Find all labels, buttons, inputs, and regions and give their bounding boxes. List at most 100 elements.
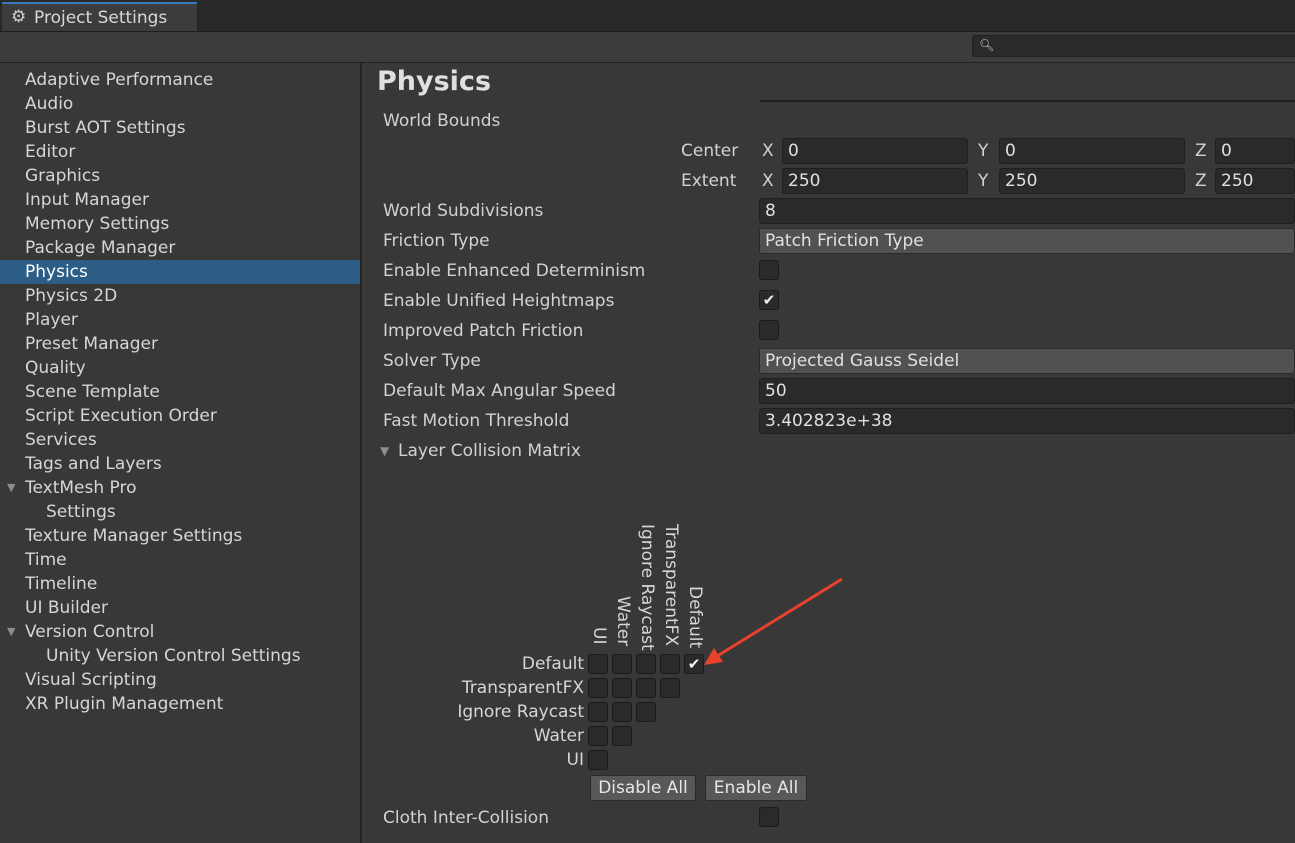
enable-all-button[interactable]: Enable All xyxy=(705,775,807,801)
sidebar-item-textmesh-pro[interactable]: ▼ TextMesh Pro xyxy=(0,476,360,500)
annotation-arrow-shaft xyxy=(713,577,843,660)
sidebar-item-label: Settings xyxy=(46,502,116,522)
improved-patch-friction-checkbox[interactable] xyxy=(759,320,779,340)
foldout-expanded-icon[interactable]: ▼ xyxy=(7,620,15,644)
matrix-row-label-default: Default xyxy=(521,654,584,674)
sidebar-item-label: Version Control xyxy=(25,622,155,642)
sidebar-item-label: TextMesh Pro xyxy=(25,478,137,498)
max-angular-speed-label: Default Max Angular Speed xyxy=(383,381,616,401)
world-subdivisions-label: World Subdivisions xyxy=(383,201,544,221)
sidebar-item-label: Script Execution Order xyxy=(25,406,217,426)
layer-collision-matrix-foldout[interactable]: Layer Collision Matrix xyxy=(398,440,581,462)
matrix-cell-transparentfx-water[interactable] xyxy=(612,678,632,698)
sidebar-item-script-execution-order[interactable]: Script Execution Order xyxy=(0,404,360,428)
cloth-inter-collision-label: Cloth Inter-Collision xyxy=(383,808,549,828)
sidebar-item-physics-2d[interactable]: Physics 2D xyxy=(0,284,360,308)
cloth-inter-collision-checkbox[interactable] xyxy=(759,807,779,827)
matrix-cell-transparentfx-ui[interactable] xyxy=(588,678,608,698)
extent-x-axis-label: X xyxy=(762,171,774,191)
sidebar-item-physics[interactable]: Physics xyxy=(0,260,360,284)
matrix-cell-transparentfx-transparentfx[interactable] xyxy=(660,678,680,698)
sidebar-item-label: XR Plugin Management xyxy=(25,694,224,714)
sidebar-item-package-manager[interactable]: Package Manager xyxy=(0,236,360,260)
extent-z-field[interactable]: 250 xyxy=(1215,168,1295,194)
sidebar-item-xr-plugin-management[interactable]: XR Plugin Management xyxy=(0,692,360,716)
project-settings-tab[interactable]: ⚙ Project Settings xyxy=(2,2,197,31)
annotation-arrow-head xyxy=(704,648,723,665)
extent-label: Extent xyxy=(681,171,737,191)
center-z-field[interactable]: 0 xyxy=(1215,138,1295,164)
fast-motion-threshold-field[interactable]: 3.402823e+38 xyxy=(759,408,1295,434)
matrix-cell-water-water[interactable] xyxy=(612,726,632,746)
center-x-axis-label: X xyxy=(762,141,774,161)
sidebar-item-services[interactable]: Services xyxy=(0,428,360,452)
sidebar-item-player[interactable]: Player xyxy=(0,308,360,332)
matrix-column-label-transparentfx: TransparentFX xyxy=(661,524,681,647)
sidebar-item-label: UI Builder xyxy=(25,598,108,618)
sidebar-item-label: Services xyxy=(25,430,97,450)
sidebar-item-visual-scripting[interactable]: Visual Scripting xyxy=(0,668,360,692)
sidebar-item-label: Adaptive Performance xyxy=(25,70,214,90)
matrix-cell-ignore-raycast-ui[interactable] xyxy=(588,702,608,722)
sidebar-item-timeline[interactable]: Timeline xyxy=(0,572,360,596)
sidebar-item-ui-builder[interactable]: UI Builder xyxy=(0,596,360,620)
sidebar-item-time[interactable]: Time xyxy=(0,548,360,572)
sidebar-item-adaptive-performance[interactable]: Adaptive Performance xyxy=(0,68,360,92)
center-y-field[interactable]: 0 xyxy=(999,138,1185,164)
friction-type-dropdown[interactable]: Patch Friction Type xyxy=(759,228,1295,254)
solver-type-label: Solver Type xyxy=(383,351,481,371)
search-input[interactable]: 🔍︎ xyxy=(972,35,1295,57)
sidebar-item-label: Visual Scripting xyxy=(25,670,157,690)
matrix-cell-default-ignore-raycast[interactable] xyxy=(636,654,656,674)
extent-y-field[interactable]: 250 xyxy=(999,168,1185,194)
solver-type-dropdown[interactable]: Projected Gauss Seidel xyxy=(759,348,1295,374)
sidebar-item-label: Memory Settings xyxy=(25,214,170,234)
sidebar-item-quality[interactable]: Quality xyxy=(0,356,360,380)
sidebar-item-burst-aot-settings[interactable]: Burst AOT Settings xyxy=(0,116,360,140)
sidebar-item-label: Physics 2D xyxy=(25,286,118,306)
sidebar-item-label: Graphics xyxy=(25,166,101,186)
improved-patch-friction-label: Improved Patch Friction xyxy=(383,321,584,341)
unified-heightmaps-label: Enable Unified Heightmaps xyxy=(383,291,615,311)
sidebar-item-graphics[interactable]: Graphics xyxy=(0,164,360,188)
matrix-cell-ignore-raycast-water[interactable] xyxy=(612,702,632,722)
sidebar-item-label: Quality xyxy=(25,358,86,378)
settings-sidebar: Adaptive Performance Audio Burst AOT Set… xyxy=(0,63,362,843)
enhanced-determinism-label: Enable Enhanced Determinism xyxy=(383,261,646,281)
sidebar-item-memory-settings[interactable]: Memory Settings xyxy=(0,212,360,236)
disable-all-button[interactable]: Disable All xyxy=(590,775,696,801)
sidebar-item-tags-and-layers[interactable]: Tags and Layers xyxy=(0,452,360,476)
sidebar-item-version-control[interactable]: ▼ Version Control xyxy=(0,620,360,644)
tab-title: Project Settings xyxy=(34,8,168,28)
sidebar-item-textmesh-pro-settings[interactable]: Settings xyxy=(0,500,360,524)
matrix-cell-ignore-raycast-ignore-raycast[interactable] xyxy=(636,702,656,722)
extent-x-field[interactable]: 250 xyxy=(782,168,968,194)
sidebar-item-scene-template[interactable]: Scene Template xyxy=(0,380,360,404)
matrix-cell-water-ui[interactable] xyxy=(588,726,608,746)
max-angular-speed-field[interactable]: 50 xyxy=(759,378,1295,404)
extent-z-axis-label: Z xyxy=(1195,171,1207,191)
foldout-expanded-icon[interactable]: ▼ xyxy=(380,444,389,458)
world-subdivisions-field[interactable]: 8 xyxy=(759,198,1295,224)
sidebar-item-label: Editor xyxy=(25,142,76,162)
sidebar-item-editor[interactable]: Editor xyxy=(0,140,360,164)
sidebar-item-audio[interactable]: Audio xyxy=(0,92,360,116)
unified-heightmaps-checkbox[interactable]: ✔ xyxy=(759,290,779,310)
matrix-column-label-ui: UI xyxy=(589,627,609,645)
matrix-cell-transparentfx-ignore-raycast[interactable] xyxy=(636,678,656,698)
matrix-cell-default-transparentfx[interactable] xyxy=(660,654,680,674)
matrix-cell-default-water[interactable] xyxy=(612,654,632,674)
sidebar-item-preset-manager[interactable]: Preset Manager xyxy=(0,332,360,356)
sidebar-item-label: Scene Template xyxy=(25,382,160,402)
enhanced-determinism-checkbox[interactable] xyxy=(759,260,779,280)
matrix-column-label-water: Water xyxy=(613,596,633,647)
sidebar-item-input-manager[interactable]: Input Manager xyxy=(0,188,360,212)
matrix-cell-default-ui[interactable] xyxy=(588,654,608,674)
sidebar-item-label: Time xyxy=(25,550,67,570)
foldout-expanded-icon[interactable]: ▼ xyxy=(7,476,15,500)
sidebar-item-unity-version-control-settings[interactable]: Unity Version Control Settings xyxy=(0,644,360,668)
sidebar-item-texture-manager-settings[interactable]: Texture Manager Settings xyxy=(0,524,360,548)
matrix-cell-ui-ui[interactable] xyxy=(588,750,608,770)
page-title: Physics xyxy=(377,66,492,97)
center-x-field[interactable]: 0 xyxy=(782,138,968,164)
